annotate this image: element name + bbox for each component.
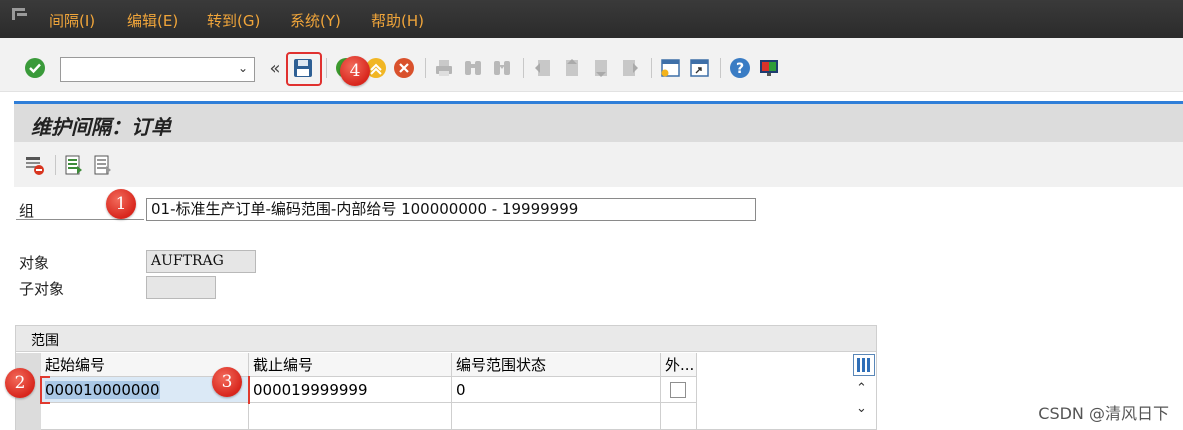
toolbar-divider [55, 155, 56, 175]
external-checkbox[interactable] [670, 382, 686, 398]
subobject-label: 子对象 [19, 280, 65, 298]
toolbar-divider [523, 58, 524, 78]
prev-page-icon[interactable] [561, 57, 583, 79]
toolbar-divider [425, 58, 426, 78]
status-cell: 0 [452, 377, 661, 403]
table-settings-icon[interactable] [853, 354, 875, 376]
delete-row-icon[interactable] [24, 154, 46, 176]
group-field[interactable]: 01-标准生产订单-编码范围-内部给号 100000000 - 19999999 [146, 198, 756, 221]
menu-goto[interactable]: 转到(G) [207, 10, 260, 31]
range-section-header: 范围 [16, 326, 876, 352]
scroll-down-icon[interactable]: ⌄ [856, 401, 867, 416]
object-field: AUFTRAG [146, 250, 256, 273]
cancel-icon[interactable] [393, 57, 415, 79]
customize-layout-icon[interactable] [758, 57, 780, 79]
find-next-icon[interactable] [491, 57, 513, 79]
menu-bar: 间隔(I) 编辑(E) 转到(G) 系统(Y) 帮助(H) [0, 0, 1183, 38]
new-session-icon[interactable] [659, 57, 681, 79]
svg-text:?: ? [736, 61, 744, 77]
double-left-icon[interactable]: « [264, 57, 286, 79]
range-section-label: 范围 [31, 333, 59, 349]
shortcut-icon[interactable] [688, 57, 710, 79]
help-icon[interactable]: ? [729, 57, 751, 79]
subobject-field [146, 276, 216, 299]
group-label-underline [16, 219, 144, 220]
marker-1: 1 [106, 189, 136, 219]
toolbar-divider [720, 58, 721, 78]
menu-system[interactable]: 系统(Y) [290, 10, 341, 31]
marker-3: 3 [212, 367, 242, 397]
column-header-status[interactable]: 编号范围状态 [452, 353, 661, 377]
object-label: 对象 [19, 254, 50, 272]
app-menu-icon[interactable] [12, 8, 30, 22]
command-field[interactable]: ⌄ [60, 57, 255, 82]
deselect-all-icon[interactable] [92, 154, 114, 176]
empty-cell [661, 403, 697, 430]
find-icon[interactable] [462, 57, 484, 79]
column-header-to-number[interactable]: 截止编号 [249, 353, 452, 377]
toolbar-divider [326, 58, 327, 78]
print-icon[interactable] [433, 57, 455, 79]
page-title: 维护间隔：订单 [31, 115, 171, 139]
enter-check-icon[interactable] [24, 57, 46, 79]
marker-4: 4 [340, 56, 370, 86]
next-page-icon[interactable] [590, 57, 612, 79]
title-bar: 维护间隔：订单 [14, 104, 1183, 142]
column-header-external[interactable]: 外... [661, 353, 697, 377]
to-number-cell[interactable]: 000019999999 [249, 377, 452, 403]
menu-edit[interactable]: 编辑(E) [127, 10, 178, 31]
menu-interval[interactable]: 间隔(I) [49, 10, 95, 31]
toolbar-divider [651, 58, 652, 78]
empty-cell[interactable] [249, 403, 452, 430]
command-input[interactable] [63, 60, 228, 79]
save-highlight-box [286, 52, 322, 86]
standard-toolbar: ⌄ « ? [0, 38, 1183, 92]
marker-2: 2 [5, 368, 35, 398]
menu-help[interactable]: 帮助(H) [371, 10, 424, 31]
first-page-icon[interactable] [532, 57, 554, 79]
last-page-icon[interactable] [619, 57, 641, 79]
group-label: 组 [19, 202, 35, 220]
empty-cell [452, 403, 661, 430]
empty-cell[interactable] [41, 403, 249, 430]
select-all-icon[interactable] [63, 154, 85, 176]
application-toolbar [14, 142, 1183, 187]
watermark: CSDN @清风日下 [1038, 404, 1169, 423]
scroll-up-icon[interactable]: ⌃ [856, 381, 867, 396]
dropdown-icon[interactable]: ⌄ [238, 61, 248, 75]
